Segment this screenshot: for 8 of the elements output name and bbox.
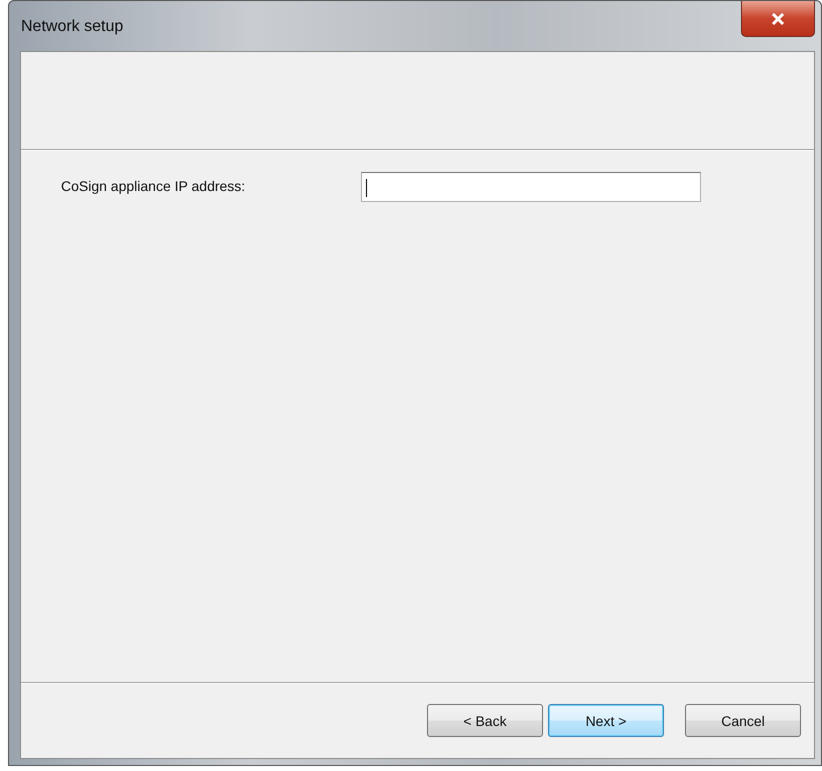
ip-address-field[interactable] [361,172,701,202]
dialog-button[interactable]: < Back [427,704,543,737]
dialog-button[interactable]: Cancel [685,704,801,737]
close-icon [771,12,785,24]
window-title: Network setup [21,18,124,36]
close-button[interactable] [741,1,815,37]
dialog-button[interactable]: Next > [548,704,664,737]
field-label: CoSign appliance IP address: [61,178,246,194]
